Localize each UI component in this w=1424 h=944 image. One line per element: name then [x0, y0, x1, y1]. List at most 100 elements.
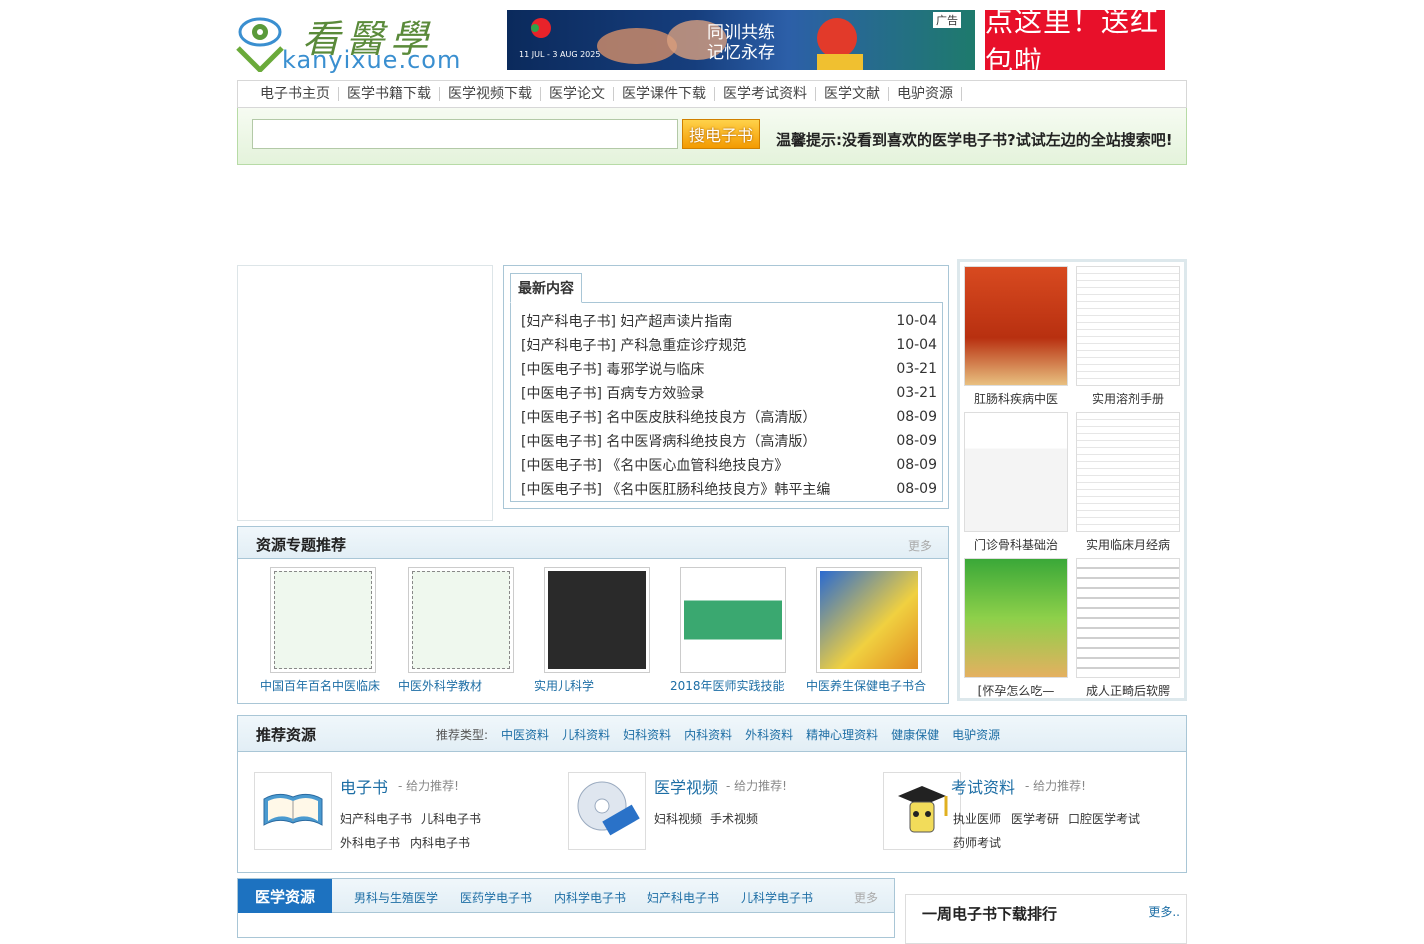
book-page-image[interactable] — [1076, 412, 1180, 532]
book-cover-image[interactable] — [964, 266, 1068, 386]
red-packet-promo-button[interactable]: 点这里！送红包啦 — [985, 5, 1165, 78]
list-item[interactable]: [中医电子书] 名中医皮肤科绝技良方（高清版） 08-09 — [521, 405, 937, 429]
type-link[interactable]: 电驴资源 — [952, 726, 1000, 743]
nav-item-exam[interactable]: 医学考试资料 — [715, 87, 816, 101]
topic-cover-image[interactable] — [816, 567, 922, 673]
recommend-card-title[interactable]: 医学视频 — [654, 774, 718, 798]
more-link[interactable]: 更多.. — [1148, 903, 1180, 920]
book-cover-image[interactable] — [964, 558, 1068, 678]
topic-cover-image[interactable] — [408, 567, 514, 673]
tab-latest[interactable]: 最新内容 — [510, 273, 582, 303]
nav-item-ebook-home[interactable]: 电子书主页 — [252, 87, 339, 101]
list-item[interactable]: [妇产科电子书] 妇产超声读片指南 10-04 — [521, 309, 937, 333]
nav-item-papers[interactable]: 医学论文 — [541, 87, 614, 101]
type-link[interactable]: 中医资料 — [501, 726, 549, 743]
topic-caption[interactable]: 实用儿科学 — [534, 677, 674, 694]
search-input[interactable] — [252, 119, 678, 149]
list-item-title[interactable]: [妇产科电子书] 产科急重症诊疗规范 — [521, 335, 746, 355]
nav-item-video-download[interactable]: 医学视频下载 — [440, 87, 541, 101]
book-thumb[interactable]: 肛肠科疾病中医 — [960, 262, 1072, 408]
open-book-icon[interactable] — [254, 772, 332, 850]
book-thumb[interactable]: 成人正畸后软腭 — [1072, 554, 1184, 700]
book-thumb[interactable]: 门诊骨科基础治 — [960, 408, 1072, 554]
book-caption[interactable]: 实用临床月经病 — [1072, 536, 1184, 553]
topic-item[interactable]: 实用儿科学 — [534, 567, 664, 697]
book-caption[interactable]: 成人正畸后软腭 — [1072, 682, 1184, 699]
recommend-card-title[interactable]: 电子书 — [340, 774, 388, 798]
recommend-link[interactable]: 药师考试 — [953, 834, 1001, 851]
type-link[interactable]: 健康保健 — [891, 726, 939, 743]
main-nav: 电子书主页 医学书籍下载 医学视频下载 医学论文 医学课件下载 医学考试资料 医… — [237, 80, 1187, 108]
book-page-image[interactable] — [1076, 558, 1180, 678]
list-item-title[interactable]: [中医电子书] 《名中医心血管科绝技良方》 — [521, 455, 788, 475]
topic-caption[interactable]: 2018年医师实践技能 — [670, 677, 810, 694]
search-ebook-button[interactable]: 搜电子书 — [682, 119, 760, 149]
type-link[interactable]: 内科资料 — [684, 726, 732, 743]
graduate-icon[interactable] — [883, 772, 961, 850]
nav-item-edonkey[interactable]: 电驴资源 — [889, 87, 962, 101]
more-link[interactable]: 更多 — [908, 537, 932, 554]
recommend-link[interactable]: 妇科视频 — [654, 810, 702, 827]
list-item-title[interactable]: [中医电子书] 名中医皮肤科绝技良方（高清版） — [521, 407, 816, 427]
topic-caption[interactable]: 中医外科学教材 — [398, 677, 538, 694]
recommend-link[interactable]: 妇产科电子书 — [340, 810, 412, 827]
nav-item-literature[interactable]: 医学文献 — [816, 87, 889, 101]
topic-item[interactable]: 中国百年百名中医临床 — [260, 567, 390, 697]
type-link[interactable]: 儿科资料 — [562, 726, 610, 743]
book-cover-image[interactable] — [964, 412, 1068, 532]
search-bar: 搜电子书 温馨提示:没看到喜欢的医学电子书?试试左边的全站搜索吧! — [237, 108, 1187, 165]
category-link[interactable]: 医药学电子书 — [460, 889, 532, 906]
list-item[interactable]: [中医电子书] 百病专方效验录 03-21 — [521, 381, 937, 405]
list-item[interactable]: [中医电子书] 名中医肾病科绝技良方（高清版） 08-09 — [521, 429, 937, 453]
topic-recommend-panel: 资源专题推荐 更多 中国百年百名中医临床 中医外科学教材 实用儿科学 2018年… — [237, 526, 949, 704]
book-caption[interactable]: 实用溶剂手册 — [1072, 390, 1184, 407]
topic-item[interactable]: 2018年医师实践技能 — [670, 567, 800, 697]
category-link[interactable]: 内科学电子书 — [554, 889, 626, 906]
recommend-card-title[interactable]: 考试资料 — [951, 774, 1015, 798]
type-link[interactable]: 妇科资料 — [623, 726, 671, 743]
book-page-image[interactable] — [1076, 266, 1180, 386]
category-link[interactable]: 儿科学电子书 — [741, 889, 813, 906]
ad-tag: 广告 — [933, 12, 961, 28]
aquatics-banner-ad[interactable]: 同训共练 记忆永存 11 JUL - 3 AUG 2025 广告 — [507, 10, 975, 70]
list-item-title[interactable]: [中医电子书] 毒邪学说与临床 — [521, 359, 704, 379]
list-item-title[interactable]: [中医电子书] 百病专方效验录 — [521, 383, 704, 403]
list-item[interactable]: [中医电子书] 《名中医肛肠科绝技良方》韩平主编 08-09 — [521, 477, 937, 501]
list-item[interactable]: [中医电子书] 毒邪学说与临床 03-21 — [521, 357, 937, 381]
tab-medical-resources[interactable]: 医学资源 — [238, 879, 332, 913]
book-thumb[interactable]: [怀孕怎么吃— — [960, 554, 1072, 700]
type-link[interactable]: 外科资料 — [745, 726, 793, 743]
recommend-link[interactable]: 手术视频 — [710, 810, 758, 827]
recommend-link[interactable]: 内科电子书 — [410, 834, 470, 851]
recommend-link[interactable]: 执业医师 — [953, 810, 1001, 827]
list-item-title[interactable]: [中医电子书] 《名中医肛肠科绝技良方》韩平主编 — [521, 479, 830, 499]
list-item-title[interactable]: [中医电子书] 名中医肾病科绝技良方（高清版） — [521, 431, 816, 451]
nav-item-book-download[interactable]: 医学书籍下载 — [339, 87, 440, 101]
topic-caption[interactable]: 中国百年百名中医临床 — [260, 677, 400, 694]
category-link[interactable]: 男科与生殖医学 — [354, 889, 438, 906]
recommend-link[interactable]: 口腔医学考试 — [1068, 810, 1140, 827]
topic-cover-image[interactable] — [270, 567, 376, 673]
book-caption[interactable]: 肛肠科疾病中医 — [960, 390, 1072, 407]
more-link[interactable]: 更多 — [854, 889, 878, 906]
category-link[interactable]: 妇产科电子书 — [647, 889, 719, 906]
disc-film-icon[interactable] — [568, 772, 646, 850]
list-item[interactable]: [中医电子书] 《名中医心血管科绝技良方》 08-09 — [521, 453, 937, 477]
topic-item[interactable]: 中医外科学教材 — [398, 567, 528, 697]
recommend-link[interactable]: 儿科电子书 — [421, 810, 481, 827]
nav-item-courseware[interactable]: 医学课件下载 — [614, 87, 715, 101]
site-logo[interactable]: 看醫學 kanyixue.com — [236, 8, 491, 74]
topic-caption[interactable]: 中医养生保健电子书合 — [806, 677, 946, 694]
book-caption[interactable]: 门诊骨科基础治 — [960, 536, 1072, 553]
list-item[interactable]: [妇产科电子书] 产科急重症诊疗规范 10-04 — [521, 333, 937, 357]
book-thumb[interactable]: 实用临床月经病 — [1072, 408, 1184, 554]
book-thumb[interactable]: 实用溶剂手册 — [1072, 262, 1184, 408]
topic-cover-image[interactable] — [680, 567, 786, 673]
list-item-title[interactable]: [妇产科电子书] 妇产超声读片指南 — [521, 311, 732, 331]
topic-item[interactable]: 中医养生保健电子书合 — [806, 567, 936, 697]
book-caption[interactable]: [怀孕怎么吃— — [960, 682, 1072, 699]
recommend-link[interactable]: 医学考研 — [1011, 810, 1059, 827]
type-link[interactable]: 精神心理资料 — [806, 726, 878, 743]
topic-cover-image[interactable] — [544, 567, 650, 673]
recommend-link[interactable]: 外科电子书 — [340, 834, 400, 851]
